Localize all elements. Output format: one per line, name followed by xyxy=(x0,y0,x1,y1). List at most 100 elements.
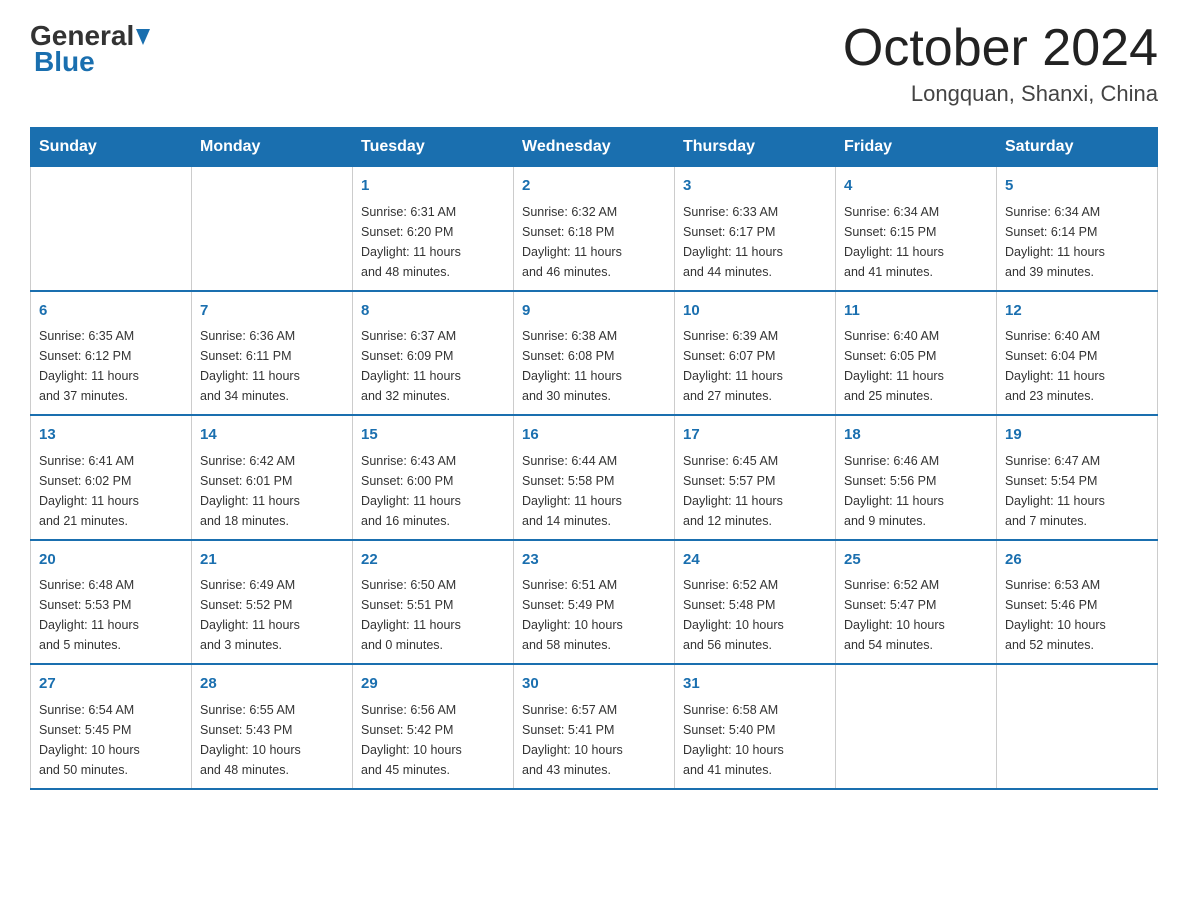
calendar-cell: 15 Sunrise: 6:43 AMSunset: 6:00 PMDayligh… xyxy=(353,415,514,540)
day-info: Sunrise: 6:40 AMSunset: 6:04 PMDaylight:… xyxy=(1005,326,1149,406)
day-info: Sunrise: 6:35 AMSunset: 6:12 PMDaylight:… xyxy=(39,326,183,406)
day-info: Sunrise: 6:43 AMSunset: 6:00 PMDaylight:… xyxy=(361,451,505,531)
day-number: 4 xyxy=(844,175,988,198)
calendar-cell: 6 Sunrise: 6:35 AMSunset: 6:12 PMDaylight… xyxy=(31,291,192,416)
calendar-cell: 30Sunrise: 6:57 AMSunset: 5:41 PMDayligh… xyxy=(514,664,675,789)
calendar-cell: 12 Sunrise: 6:40 AMSunset: 6:04 PMDayligh… xyxy=(997,291,1158,416)
calendar-cell: 22Sunrise: 6:50 AMSunset: 5:51 PMDayligh… xyxy=(353,540,514,665)
day-info: Sunrise: 6:39 AMSunset: 6:07 PMDaylight:… xyxy=(683,326,827,406)
day-number: 10 xyxy=(683,300,827,323)
day-number: 18 xyxy=(844,424,988,447)
day-number: 24 xyxy=(683,549,827,572)
calendar-cell: 13 Sunrise: 6:41 AMSunset: 6:02 PMDayligh… xyxy=(31,415,192,540)
calendar-cell: 10 Sunrise: 6:39 AMSunset: 6:07 PMDayligh… xyxy=(675,291,836,416)
calendar-cell: 26 Sunrise: 6:53 AMSunset: 5:46 PMDayligh… xyxy=(997,540,1158,665)
calendar-cell: 29 Sunrise: 6:56 AMSunset: 5:42 PMDayligh… xyxy=(353,664,514,789)
day-info: Sunrise: 6:41 AMSunset: 6:02 PMDaylight:… xyxy=(39,451,183,531)
day-number: 14 xyxy=(200,424,344,447)
day-number: 1 xyxy=(361,175,505,198)
calendar-header: Sunday Monday Tuesday Wednesday Thursday… xyxy=(31,128,1158,167)
day-number: 2 xyxy=(522,175,666,198)
day-info: Sunrise: 6:45 AMSunset: 5:57 PMDaylight:… xyxy=(683,451,827,531)
calendar-cell: 9Sunrise: 6:38 AMSunset: 6:08 PMDaylight… xyxy=(514,291,675,416)
day-info: Sunrise: 6:51 AMSunset: 5:49 PMDaylight:… xyxy=(522,575,666,655)
location-title: Longquan, Shanxi, China xyxy=(843,81,1158,107)
calendar-cell xyxy=(192,167,353,291)
calendar-cell xyxy=(836,664,997,789)
calendar-cell: 17 Sunrise: 6:45 AMSunset: 5:57 PMDayligh… xyxy=(675,415,836,540)
calendar-week-row: 13 Sunrise: 6:41 AMSunset: 6:02 PMDayligh… xyxy=(31,415,1158,540)
day-info: Sunrise: 6:32 AMSunset: 6:18 PMDaylight:… xyxy=(522,202,666,282)
day-number: 23 xyxy=(522,549,666,572)
day-info: Sunrise: 6:48 AMSunset: 5:53 PMDaylight:… xyxy=(39,575,183,655)
header-thursday: Thursday xyxy=(675,128,836,167)
day-info: Sunrise: 6:54 AMSunset: 5:45 PMDaylight:… xyxy=(39,700,183,780)
header-friday: Friday xyxy=(836,128,997,167)
day-number: 28 xyxy=(200,673,344,696)
logo-triangle-icon xyxy=(136,20,150,52)
calendar-cell: 7Sunrise: 6:36 AMSunset: 6:11 PMDaylight… xyxy=(192,291,353,416)
day-info: Sunrise: 6:52 AMSunset: 5:47 PMDaylight:… xyxy=(844,575,988,655)
header-sunday: Sunday xyxy=(31,128,192,167)
weekday-header-row: Sunday Monday Tuesday Wednesday Thursday… xyxy=(31,128,1158,167)
day-number: 26 xyxy=(1005,549,1149,572)
calendar-cell: 25 Sunrise: 6:52 AMSunset: 5:47 PMDayligh… xyxy=(836,540,997,665)
calendar-cell: 11Sunrise: 6:40 AMSunset: 6:05 PMDayligh… xyxy=(836,291,997,416)
month-title: October 2024 xyxy=(843,20,1158,77)
calendar-week-row: 27 Sunrise: 6:54 AMSunset: 5:45 PMDayligh… xyxy=(31,664,1158,789)
calendar-cell: 23 Sunrise: 6:51 AMSunset: 5:49 PMDayligh… xyxy=(514,540,675,665)
calendar-cell: 20 Sunrise: 6:48 AMSunset: 5:53 PMDayligh… xyxy=(31,540,192,665)
day-info: Sunrise: 6:56 AMSunset: 5:42 PMDaylight:… xyxy=(361,700,505,780)
day-info: Sunrise: 6:34 AMSunset: 6:14 PMDaylight:… xyxy=(1005,202,1149,282)
calendar-cell: 3 Sunrise: 6:33 AMSunset: 6:17 PMDaylight… xyxy=(675,167,836,291)
logo-blue-text: Blue xyxy=(34,46,95,78)
calendar-cell: 18 Sunrise: 6:46 AMSunset: 5:56 PMDayligh… xyxy=(836,415,997,540)
day-info: Sunrise: 6:55 AMSunset: 5:43 PMDaylight:… xyxy=(200,700,344,780)
calendar-cell: 14 Sunrise: 6:42 AMSunset: 6:01 PMDayligh… xyxy=(192,415,353,540)
calendar-cell: 31Sunrise: 6:58 AMSunset: 5:40 PMDayligh… xyxy=(675,664,836,789)
day-number: 13 xyxy=(39,424,183,447)
logo-area: General Blue xyxy=(30,20,152,78)
header-wednesday: Wednesday xyxy=(514,128,675,167)
calendar-cell: 8 Sunrise: 6:37 AMSunset: 6:09 PMDaylight… xyxy=(353,291,514,416)
day-info: Sunrise: 6:38 AMSunset: 6:08 PMDaylight:… xyxy=(522,326,666,406)
day-info: Sunrise: 6:52 AMSunset: 5:48 PMDaylight:… xyxy=(683,575,827,655)
day-info: Sunrise: 6:49 AMSunset: 5:52 PMDaylight:… xyxy=(200,575,344,655)
day-number: 17 xyxy=(683,424,827,447)
day-info: Sunrise: 6:31 AMSunset: 6:20 PMDaylight:… xyxy=(361,202,505,282)
day-info: Sunrise: 6:44 AMSunset: 5:58 PMDaylight:… xyxy=(522,451,666,531)
day-info: Sunrise: 6:34 AMSunset: 6:15 PMDaylight:… xyxy=(844,202,988,282)
day-number: 3 xyxy=(683,175,827,198)
day-info: Sunrise: 6:33 AMSunset: 6:17 PMDaylight:… xyxy=(683,202,827,282)
day-info: Sunrise: 6:46 AMSunset: 5:56 PMDaylight:… xyxy=(844,451,988,531)
day-number: 6 xyxy=(39,300,183,323)
calendar-week-row: 1 Sunrise: 6:31 AMSunset: 6:20 PMDaylight… xyxy=(31,167,1158,291)
day-number: 27 xyxy=(39,673,183,696)
calendar-cell: 27 Sunrise: 6:54 AMSunset: 5:45 PMDayligh… xyxy=(31,664,192,789)
calendar-cell: 1 Sunrise: 6:31 AMSunset: 6:20 PMDaylight… xyxy=(353,167,514,291)
day-info: Sunrise: 6:47 AMSunset: 5:54 PMDaylight:… xyxy=(1005,451,1149,531)
day-number: 12 xyxy=(1005,300,1149,323)
day-number: 25 xyxy=(844,549,988,572)
day-number: 8 xyxy=(361,300,505,323)
calendar-cell: 5Sunrise: 6:34 AMSunset: 6:14 PMDaylight… xyxy=(997,167,1158,291)
calendar-cell: 4 Sunrise: 6:34 AMSunset: 6:15 PMDaylight… xyxy=(836,167,997,291)
day-number: 16 xyxy=(522,424,666,447)
calendar-cell: 21Sunrise: 6:49 AMSunset: 5:52 PMDayligh… xyxy=(192,540,353,665)
day-info: Sunrise: 6:50 AMSunset: 5:51 PMDaylight:… xyxy=(361,575,505,655)
day-number: 29 xyxy=(361,673,505,696)
header: General Blue October 2024 Longquan, Shan… xyxy=(30,20,1158,107)
day-info: Sunrise: 6:37 AMSunset: 6:09 PMDaylight:… xyxy=(361,326,505,406)
calendar-cell: 19Sunrise: 6:47 AMSunset: 5:54 PMDayligh… xyxy=(997,415,1158,540)
day-info: Sunrise: 6:42 AMSunset: 6:01 PMDaylight:… xyxy=(200,451,344,531)
day-number: 20 xyxy=(39,549,183,572)
day-number: 31 xyxy=(683,673,827,696)
calendar-table: Sunday Monday Tuesday Wednesday Thursday… xyxy=(30,127,1158,790)
day-number: 15 xyxy=(361,424,505,447)
calendar-cell xyxy=(31,167,192,291)
day-info: Sunrise: 6:53 AMSunset: 5:46 PMDaylight:… xyxy=(1005,575,1149,655)
calendar-week-row: 6 Sunrise: 6:35 AMSunset: 6:12 PMDaylight… xyxy=(31,291,1158,416)
header-monday: Monday xyxy=(192,128,353,167)
header-saturday: Saturday xyxy=(997,128,1158,167)
calendar-body: 1 Sunrise: 6:31 AMSunset: 6:20 PMDaylight… xyxy=(31,167,1158,789)
